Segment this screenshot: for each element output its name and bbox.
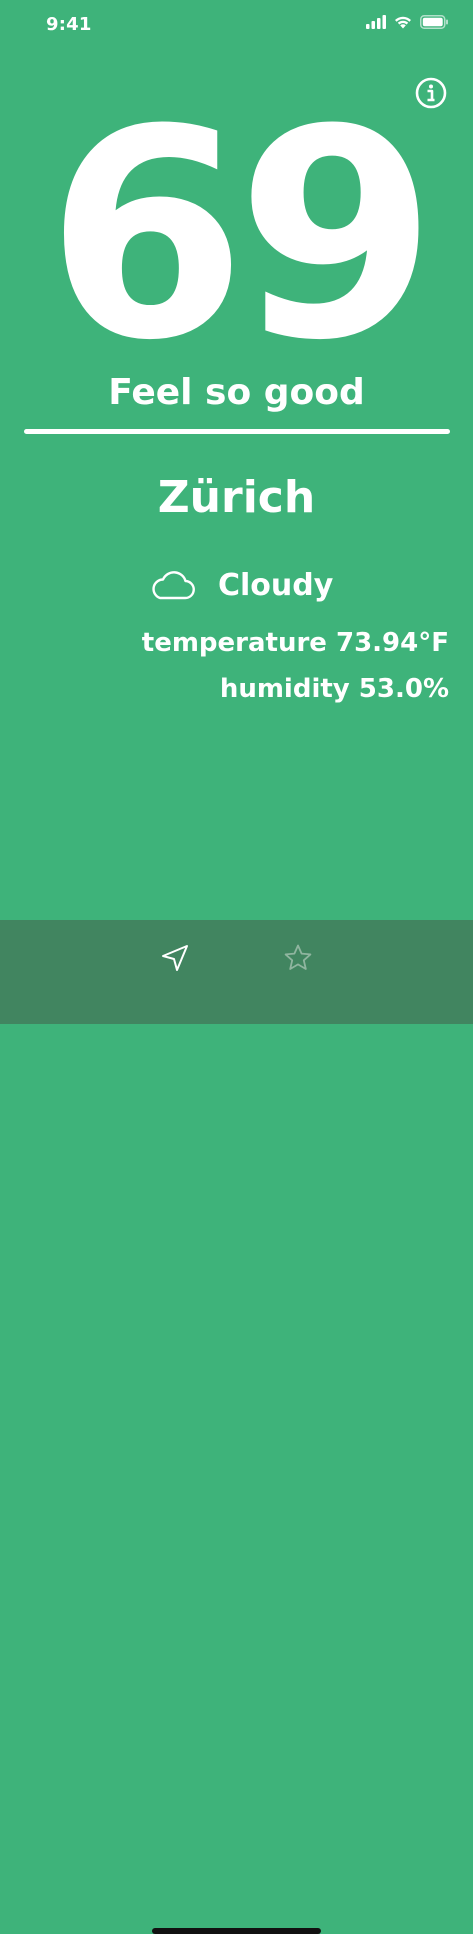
tab-bar <box>0 920 473 1934</box>
home-indicator[interactable] <box>152 1928 321 1934</box>
battery-icon <box>420 15 448 29</box>
divider <box>24 429 450 434</box>
city-name: Zürich <box>157 472 316 523</box>
condition-label: Cloudy <box>218 567 334 603</box>
weather-condition: Cloudy <box>148 565 333 605</box>
tab-location[interactable] <box>150 938 200 978</box>
tab-favorites[interactable] <box>273 938 323 978</box>
status-time: 9:41 <box>46 14 92 35</box>
status-bar: 9:41 <box>0 0 473 52</box>
mood-label: Feel so good <box>108 372 365 413</box>
humidity-reading: humidity 53.0% <box>219 674 449 704</box>
temperature-reading: temperature 73.94°F <box>141 628 449 658</box>
location-arrow-icon <box>162 945 188 971</box>
comfort-index-value: 69 <box>46 68 437 403</box>
wifi-icon <box>395 16 411 29</box>
status-icons <box>366 15 449 29</box>
star-icon <box>284 944 312 970</box>
signal-icon <box>366 15 386 29</box>
cloud-icon <box>152 571 195 600</box>
